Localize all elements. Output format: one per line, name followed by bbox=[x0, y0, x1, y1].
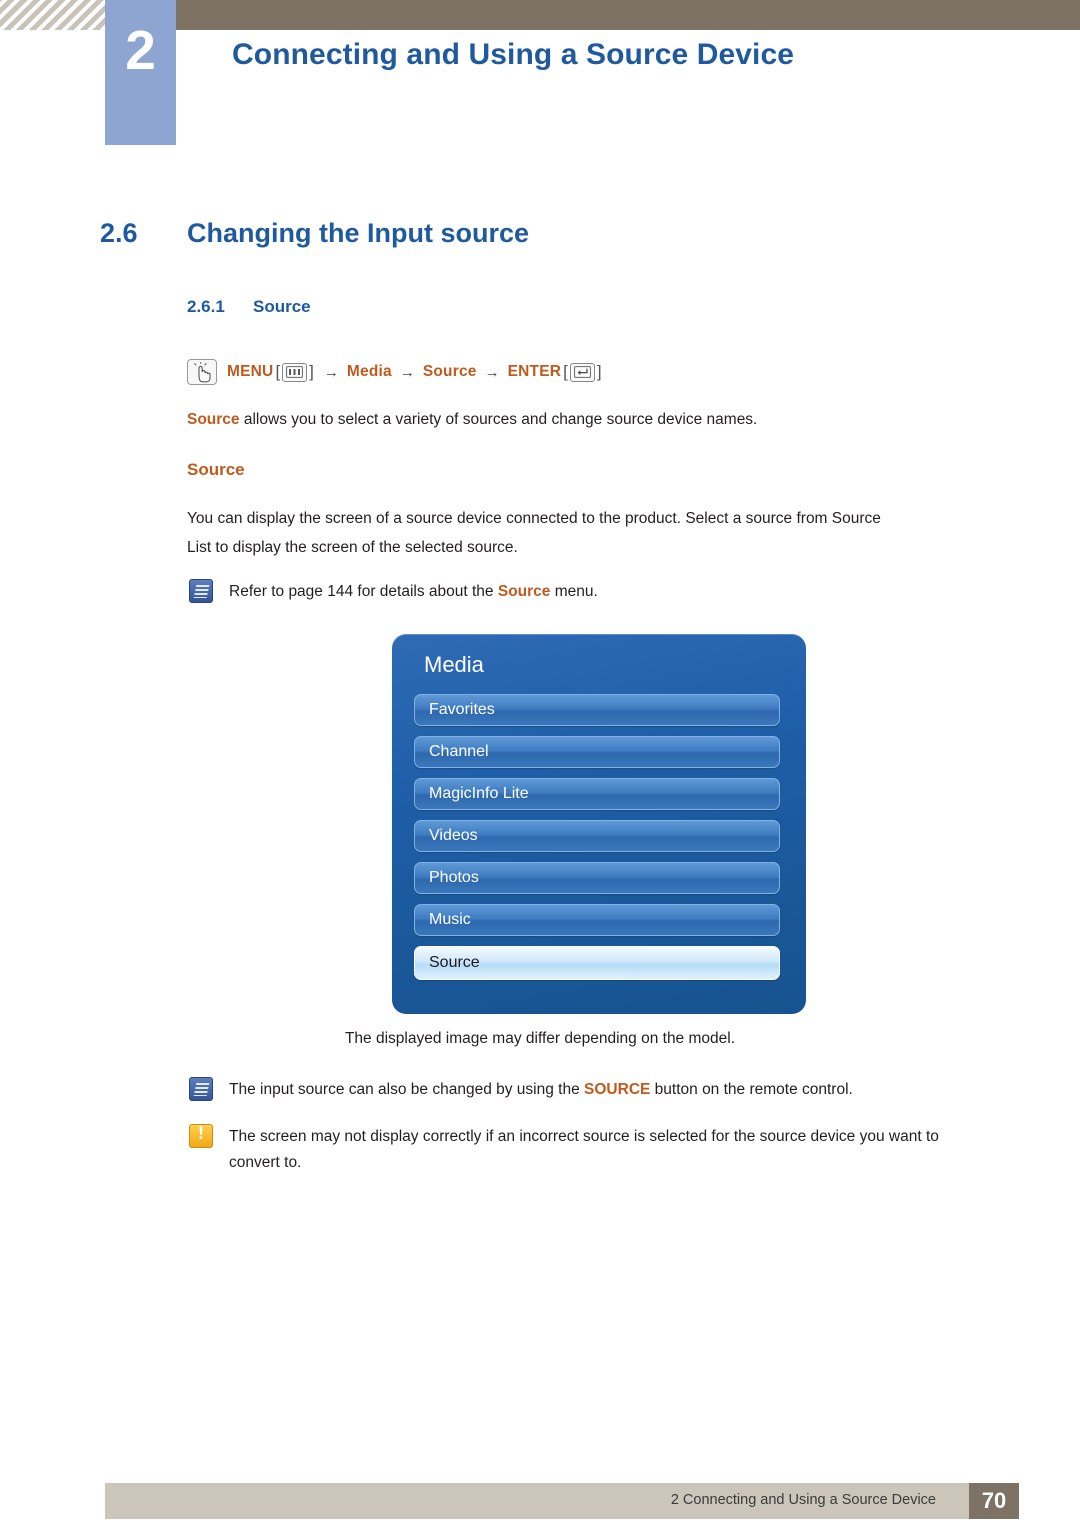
osd-item-label: Music bbox=[429, 911, 471, 928]
note-refer-text: Refer to page 144 for details about the … bbox=[229, 579, 598, 605]
osd-item-label: Favorites bbox=[429, 701, 495, 718]
menu-label: MENU bbox=[227, 363, 274, 380]
bracket-close-2: ] bbox=[596, 362, 602, 381]
path-arrow-3: → bbox=[484, 363, 500, 381]
osd-item-source[interactable]: Source bbox=[414, 946, 780, 980]
note-warning-text: The screen may not display correctly if … bbox=[229, 1124, 939, 1176]
footer-page-number: 70 bbox=[969, 1483, 1019, 1519]
osd-item-list: Favorites Channel MagicInfo Lite Videos … bbox=[414, 694, 780, 990]
note3-line-1: The screen may not display correctly if … bbox=[229, 1128, 939, 1145]
header-hatch-decoration bbox=[0, 0, 105, 30]
section-title: Changing the Input source bbox=[187, 218, 529, 248]
note1-pre: Refer to page 144 for details about the bbox=[229, 583, 498, 600]
intro-rest: allows you to select a variety of source… bbox=[239, 411, 758, 428]
note2-pre: The input source can also be changed by … bbox=[229, 1081, 585, 1098]
note1-highlight: Source bbox=[497, 583, 551, 600]
menu-key: [ ] bbox=[275, 362, 314, 382]
note-yellow-icon bbox=[189, 1123, 213, 1148]
osd-item-label: Photos bbox=[429, 869, 479, 886]
source-description: You can display the screen of a source d… bbox=[187, 504, 1017, 562]
osd-media-menu: Media Favorites Channel MagicInfo Lite V… bbox=[392, 634, 806, 1014]
note1-post: menu. bbox=[550, 583, 598, 600]
note-blue-icon bbox=[189, 579, 213, 603]
enter-key-icon bbox=[569, 362, 595, 382]
osd-item-magicinfo-lite[interactable]: MagicInfo Lite bbox=[414, 778, 780, 810]
description-line-1: You can display the screen of a source d… bbox=[187, 510, 881, 527]
note2-post: button on the remote control. bbox=[650, 1081, 853, 1098]
source-subheading: Source bbox=[187, 460, 245, 479]
path-item-source: Source bbox=[422, 363, 477, 380]
menu-key-icon bbox=[282, 362, 308, 382]
enter-label: ENTER bbox=[507, 363, 562, 380]
osd-item-label: Source bbox=[429, 954, 480, 971]
menu-path-line: MENU [ ] → Media → Source → ENTER [ ] bbox=[187, 358, 604, 386]
note-source-button-text: The input source can also be changed by … bbox=[229, 1077, 853, 1103]
path-arrow-2: → bbox=[399, 363, 415, 381]
osd-item-favorites[interactable]: Favorites bbox=[414, 694, 780, 726]
note-blue-icon bbox=[189, 1077, 213, 1101]
enter-key: [ ] bbox=[563, 362, 602, 382]
subsection-title: Source bbox=[253, 297, 311, 316]
chapter-number-badge: 2 bbox=[105, 0, 176, 145]
path-item-media: Media bbox=[346, 363, 392, 380]
note2-highlight: SOURCE bbox=[584, 1081, 651, 1098]
footer-chapter-text: 2 Connecting and Using a Source Device bbox=[670, 1492, 936, 1508]
bracket-open: [ bbox=[275, 362, 281, 381]
osd-item-photos[interactable]: Photos bbox=[414, 862, 780, 894]
note-refer-page: Refer to page 144 for details about the … bbox=[189, 579, 1009, 605]
bracket-close: ] bbox=[309, 362, 314, 381]
hand-press-icon bbox=[187, 359, 217, 385]
note3-line-2: convert to. bbox=[229, 1154, 302, 1171]
osd-item-videos[interactable]: Videos bbox=[414, 820, 780, 852]
osd-item-label: Videos bbox=[429, 827, 478, 844]
osd-title: Media bbox=[424, 652, 484, 677]
intro-lead-word: Source bbox=[187, 411, 240, 428]
chapter-title: Connecting and Using a Source Device bbox=[232, 38, 795, 71]
header-brown-bar bbox=[176, 0, 1080, 30]
osd-item-label: Channel bbox=[429, 743, 489, 760]
osd-item-music[interactable]: Music bbox=[414, 904, 780, 936]
note-source-button: The input source can also be changed by … bbox=[189, 1077, 1019, 1103]
subsection-number: 2.6.1 bbox=[187, 297, 225, 316]
description-line-2: List to display the screen of the select… bbox=[187, 539, 518, 556]
osd-item-label: MagicInfo Lite bbox=[429, 785, 529, 802]
section-number: 2.6 bbox=[100, 218, 138, 248]
path-arrow-1: → bbox=[323, 363, 339, 381]
osd-item-channel[interactable]: Channel bbox=[414, 736, 780, 768]
bracket-open-2: [ bbox=[563, 362, 568, 381]
osd-caption: The displayed image may differ depending… bbox=[344, 1030, 736, 1047]
note-warning-incorrect-source: The screen may not display correctly if … bbox=[189, 1123, 1019, 1176]
intro-paragraph: Source allows you to select a variety of… bbox=[187, 405, 1047, 434]
